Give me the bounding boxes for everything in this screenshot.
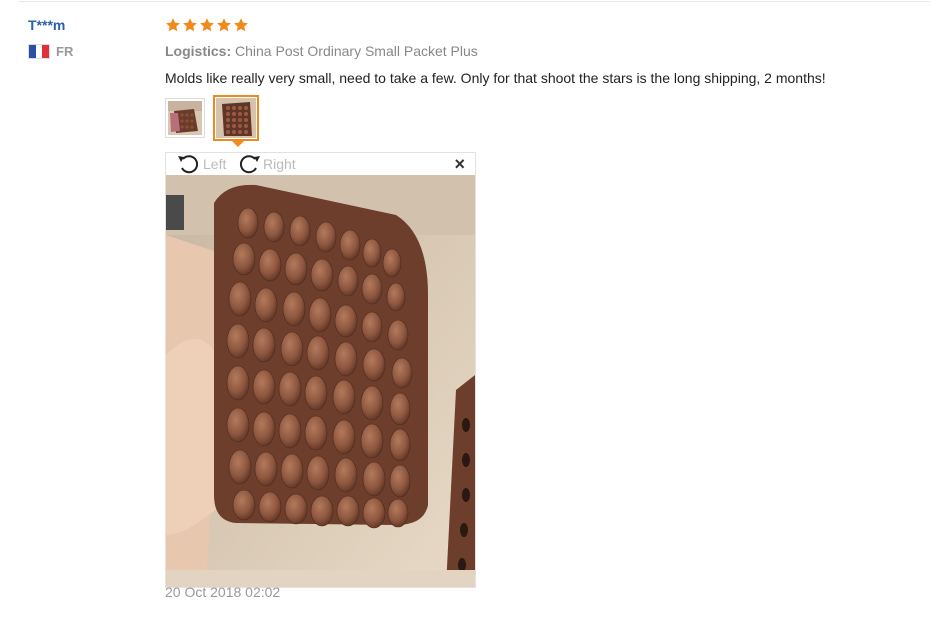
star-icon xyxy=(200,18,214,32)
rotate-right-icon xyxy=(239,155,260,174)
review-content: Logistics: China Post Ordinary Small Pac… xyxy=(165,16,920,600)
photo-thumbnails xyxy=(165,95,920,147)
reviewer-name: T***m xyxy=(28,17,66,33)
review-item: T***m FR Logistics: China Post Ordinary … xyxy=(0,0,930,625)
selected-pointer-icon xyxy=(232,141,244,147)
reviewer-country: FR xyxy=(28,44,148,59)
star-rating xyxy=(165,16,920,34)
divider xyxy=(18,1,930,2)
star-icon xyxy=(234,18,248,32)
review-text: Molds like really very small, need to ta… xyxy=(165,70,826,86)
logistics-info: Logistics: China Post Ordinary Small Pac… xyxy=(165,42,920,60)
rotate-left-label: Left xyxy=(203,156,227,172)
close-icon[interactable]: × xyxy=(454,155,465,173)
mold-photo-thumbnail xyxy=(168,101,202,135)
rotate-right-button[interactable]: Right xyxy=(236,153,296,175)
rotate-right-label: Right xyxy=(263,156,296,172)
logistics-label: Logistics: xyxy=(165,43,232,59)
review-date: 20 Oct 2018 02:02 xyxy=(165,584,281,600)
reviewer-info: T***m FR xyxy=(28,16,148,59)
star-icon xyxy=(217,18,231,32)
country-code: FR xyxy=(56,44,74,59)
rotate-left-icon xyxy=(178,155,199,174)
star-icon xyxy=(166,18,180,32)
logistics-value: China Post Ordinary Small Packet Plus xyxy=(235,43,478,59)
photo-thumbnail-selected[interactable] xyxy=(213,95,259,147)
chocolate-mold-photo xyxy=(166,175,475,587)
france-flag-icon xyxy=(28,44,50,59)
photo-thumbnail[interactable] xyxy=(165,98,205,138)
rotate-left-button[interactable]: Left xyxy=(176,153,226,175)
photo-viewer: Left Right × xyxy=(165,152,476,588)
viewer-toolbar: Left Right × xyxy=(166,153,475,175)
mold-photo-thumbnail xyxy=(216,98,256,138)
star-icon xyxy=(183,18,197,32)
